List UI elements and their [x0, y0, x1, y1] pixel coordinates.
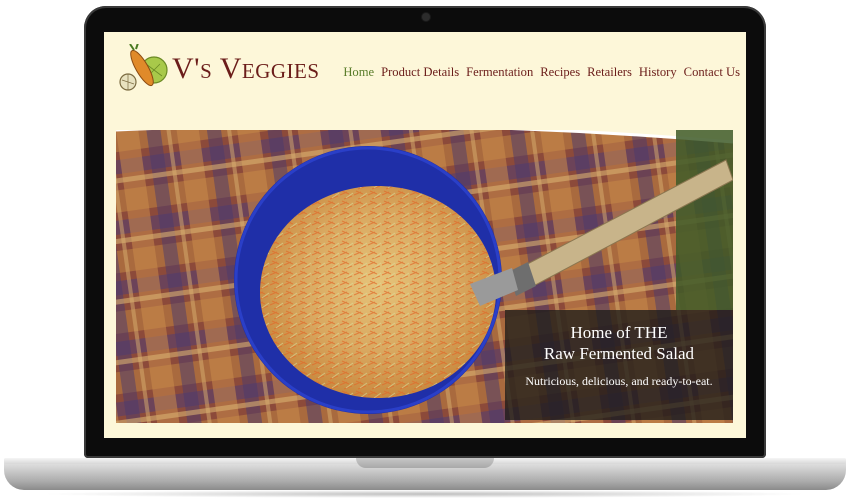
nav-item-recipes[interactable]: Recipes: [540, 65, 580, 80]
laptop-base: [4, 458, 846, 490]
site-header: V's Veggies Home Product Details Ferment…: [104, 32, 746, 116]
nav-item-history[interactable]: History: [639, 65, 677, 80]
vegetables-logo-icon[interactable]: [116, 42, 172, 96]
camera-icon: [422, 13, 430, 21]
website-screen: V's Veggies Home Product Details Ferment…: [104, 32, 746, 438]
nav-item-product-details[interactable]: Product Details: [381, 65, 459, 80]
main-navigation: Home Product Details Fermentation Recipe…: [343, 65, 740, 80]
laptop-shadow: [40, 490, 810, 498]
hero-heading-line2: Raw Fermented Salad: [543, 344, 695, 363]
nav-item-fermentation[interactable]: Fermentation: [466, 65, 533, 80]
laptop-lid: V's Veggies Home Product Details Ferment…: [84, 6, 766, 458]
hero-tagline: Nutricious, delicious, and ready-to-eat.: [525, 374, 713, 388]
site-brand-title[interactable]: V's Veggies: [172, 52, 320, 86]
nav-item-contact-us[interactable]: Contact Us: [684, 65, 740, 80]
nav-item-retailers[interactable]: Retailers: [587, 65, 632, 80]
laptop-opening-notch: [356, 458, 494, 468]
hero-heading-line1: Home of THE: [570, 323, 668, 342]
hero-banner: Home of THE Raw Fermented Salad Nutricio…: [116, 130, 733, 423]
hero-caption: Home of THE Raw Fermented Salad Nutricio…: [505, 310, 733, 420]
nav-item-home[interactable]: Home: [343, 65, 374, 80]
